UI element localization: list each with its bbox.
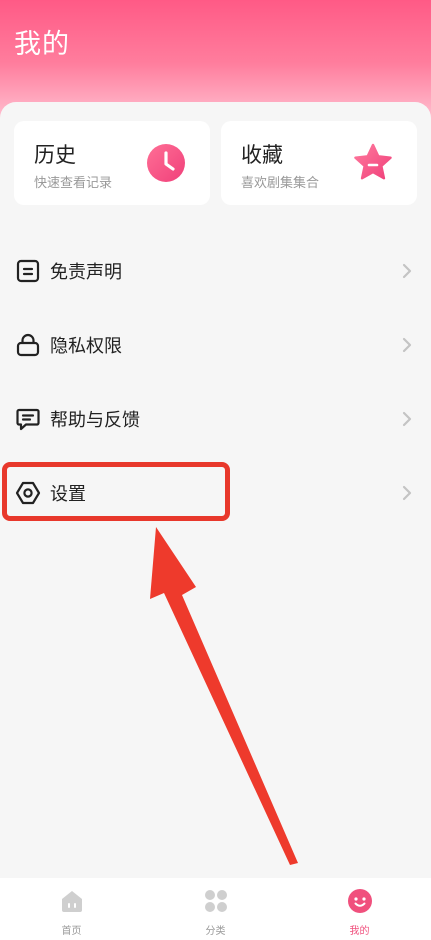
menu-label-privacy: 隐私权限 (50, 336, 122, 357)
tab-mine[interactable]: 我的 (288, 878, 431, 940)
chat-icon (16, 408, 40, 431)
tab-label-home: 首页 (61, 926, 82, 937)
clock-icon (147, 144, 185, 182)
tab-category[interactable]: 分类 (144, 878, 287, 940)
history-subtitle: 快速查看记录 (34, 176, 113, 191)
annotation-arrow-icon (150, 527, 298, 865)
menu-label-disclaimer: 免责声明 (50, 262, 122, 283)
chevron-right-icon (402, 263, 412, 279)
menu-label-help-feedback: 帮助与反馈 (50, 410, 140, 431)
home-icon (61, 891, 82, 912)
favorites-subtitle: 喜欢剧集集合 (241, 176, 320, 191)
star-icon (354, 143, 392, 180)
tab-label-category: 分类 (205, 926, 226, 937)
history-title: 历史 (34, 143, 76, 167)
bottom-tab-bar: 首页 分类 我的 (0, 878, 431, 940)
highlight-box (2, 462, 230, 521)
page-title: 我的 (14, 29, 70, 60)
favorites-title: 收藏 (241, 143, 283, 167)
tab-home[interactable]: 首页 (0, 878, 143, 940)
smiley-icon (347, 889, 372, 913)
document-icon (16, 259, 40, 283)
favorites-card[interactable]: 收藏 喜欢剧集集合 (221, 121, 417, 205)
chevron-right-icon (402, 485, 412, 501)
history-card[interactable]: 历史 快速查看记录 (14, 121, 210, 205)
menu-item-disclaimer[interactable]: 免责声明 (0, 240, 431, 300)
chevron-right-icon (402, 411, 412, 427)
menu-item-privacy[interactable]: 隐私权限 (0, 314, 431, 374)
chevron-right-icon (402, 337, 412, 353)
tab-label-mine: 我的 (349, 926, 370, 937)
lock-icon (16, 333, 40, 357)
grid-icon (204, 890, 227, 912)
menu-item-help-feedback[interactable]: 帮助与反馈 (0, 388, 431, 448)
